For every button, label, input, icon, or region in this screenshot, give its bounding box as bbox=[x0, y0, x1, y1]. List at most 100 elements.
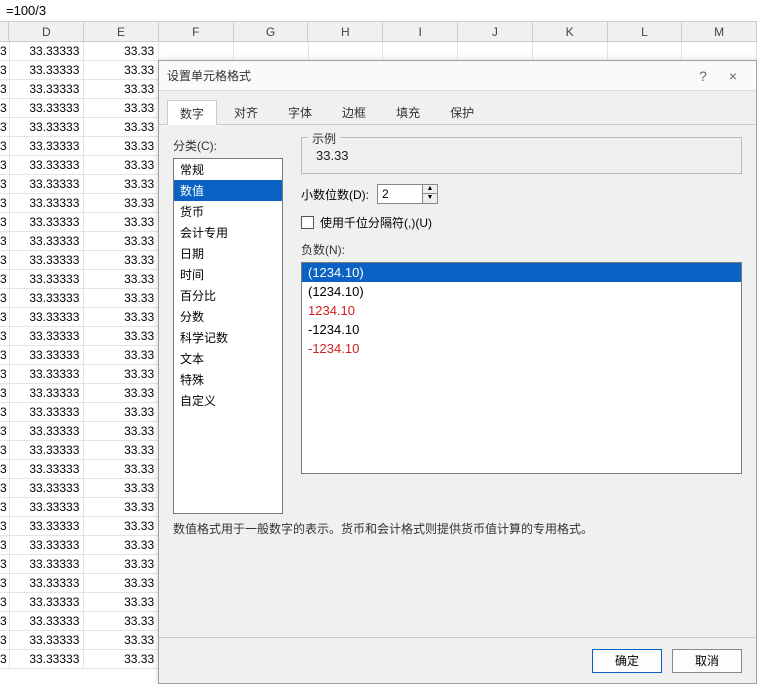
cell[interactable]: 33.33 bbox=[84, 365, 159, 383]
decimal-spinner[interactable]: ▲ ▼ bbox=[377, 184, 438, 204]
cell[interactable]: 33.33 bbox=[84, 61, 159, 79]
cell[interactable]: 33.33 bbox=[84, 441, 159, 459]
category-item[interactable]: 文本 bbox=[174, 348, 282, 369]
thousands-checkbox[interactable] bbox=[301, 216, 314, 229]
cell[interactable]: 33.33333 bbox=[10, 137, 85, 155]
cell[interactable]: 33.33 bbox=[84, 422, 159, 440]
cell[interactable] bbox=[234, 42, 309, 60]
cell-stub[interactable]: 3 bbox=[0, 118, 10, 136]
tab-font[interactable]: 字体 bbox=[275, 99, 325, 124]
col-header[interactable]: J bbox=[458, 22, 533, 41]
category-item[interactable]: 科学记数 bbox=[174, 327, 282, 348]
decimal-input[interactable] bbox=[378, 185, 422, 203]
cell-stub[interactable]: 3 bbox=[0, 479, 10, 497]
cell[interactable]: 33.33333 bbox=[10, 498, 85, 516]
category-item[interactable]: 特殊 bbox=[174, 369, 282, 390]
cell[interactable]: 33.33 bbox=[84, 99, 159, 117]
cell[interactable]: 33.33333 bbox=[10, 593, 85, 611]
cell-stub[interactable]: 3 bbox=[0, 460, 10, 478]
cell[interactable] bbox=[682, 42, 757, 60]
cell-stub[interactable]: 3 bbox=[0, 232, 10, 250]
cell-stub[interactable]: 3 bbox=[0, 80, 10, 98]
cell[interactable]: 33.33 bbox=[84, 308, 159, 326]
col-header[interactable]: F bbox=[159, 22, 234, 41]
cell-stub[interactable]: 3 bbox=[0, 213, 10, 231]
cell[interactable]: 33.33 bbox=[84, 593, 159, 611]
category-item[interactable]: 会计专用 bbox=[174, 222, 282, 243]
cell-stub[interactable]: 3 bbox=[0, 270, 10, 288]
cell[interactable]: 33.33333 bbox=[10, 365, 85, 383]
category-item[interactable]: 百分比 bbox=[174, 285, 282, 306]
col-header[interactable]: K bbox=[533, 22, 608, 41]
negative-item[interactable]: (1234.10) bbox=[302, 263, 741, 282]
cell[interactable]: 33.33 bbox=[84, 631, 159, 649]
cell[interactable]: 33.33 bbox=[84, 156, 159, 174]
cell[interactable]: 33.33333 bbox=[10, 118, 85, 136]
category-item[interactable]: 时间 bbox=[174, 264, 282, 285]
col-header[interactable]: H bbox=[308, 22, 383, 41]
tab-number[interactable]: 数字 bbox=[167, 100, 217, 125]
cell[interactable]: 33.33333 bbox=[10, 574, 85, 592]
cell[interactable]: 33.33 bbox=[84, 612, 159, 630]
cell[interactable]: 33.33333 bbox=[10, 422, 85, 440]
cell[interactable]: 33.33 bbox=[84, 137, 159, 155]
cell[interactable]: 33.33333 bbox=[10, 517, 85, 535]
cell-stub[interactable]: 3 bbox=[0, 251, 10, 269]
cell[interactable]: 33.33333 bbox=[10, 270, 85, 288]
cell[interactable] bbox=[533, 42, 608, 60]
cell[interactable]: 33.33333 bbox=[10, 289, 85, 307]
close-button[interactable]: × bbox=[718, 65, 748, 87]
cell[interactable]: 33.33 bbox=[84, 555, 159, 573]
col-header[interactable]: L bbox=[608, 22, 683, 41]
col-header[interactable]: M bbox=[682, 22, 757, 41]
cell[interactable]: 33.33333 bbox=[10, 536, 85, 554]
cell-stub[interactable]: 3 bbox=[0, 422, 10, 440]
cell[interactable]: 33.33333 bbox=[10, 80, 85, 98]
cell[interactable] bbox=[608, 42, 683, 60]
cell[interactable]: 33.33333 bbox=[10, 213, 85, 231]
cell[interactable]: 33.33 bbox=[84, 479, 159, 497]
cell-stub[interactable]: 3 bbox=[0, 346, 10, 364]
cell[interactable]: 33.33333 bbox=[10, 61, 85, 79]
negative-item[interactable]: -1234.10 bbox=[302, 320, 741, 339]
cell[interactable]: 33.33333 bbox=[10, 403, 85, 421]
cell[interactable]: 33.33 bbox=[84, 403, 159, 421]
cell-stub[interactable]: 3 bbox=[0, 289, 10, 307]
cell[interactable]: 33.33 bbox=[84, 498, 159, 516]
cell[interactable] bbox=[458, 42, 533, 60]
cell[interactable]: 33.33333 bbox=[10, 346, 85, 364]
cell[interactable] bbox=[159, 42, 234, 60]
cancel-button[interactable]: 取消 bbox=[672, 649, 742, 673]
cell[interactable]: 33.33333 bbox=[10, 384, 85, 402]
negative-list[interactable]: (1234.10)(1234.10)1234.10-1234.10-1234.1… bbox=[301, 262, 742, 474]
cell-stub[interactable]: 3 bbox=[0, 498, 10, 516]
cell-stub[interactable]: 3 bbox=[0, 384, 10, 402]
thousands-row[interactable]: 使用千位分隔符(,)(U) bbox=[301, 214, 742, 231]
cell[interactable]: 33.33333 bbox=[10, 194, 85, 212]
cell-stub[interactable]: 3 bbox=[0, 536, 10, 554]
spin-up-icon[interactable]: ▲ bbox=[423, 185, 437, 194]
cell-stub[interactable]: 3 bbox=[0, 650, 10, 668]
cell[interactable]: 33.33 bbox=[84, 536, 159, 554]
cell[interactable]: 33.33 bbox=[84, 650, 159, 668]
cell[interactable]: 33.33333 bbox=[10, 460, 85, 478]
category-list[interactable]: 常规数值货币会计专用日期时间百分比分数科学记数文本特殊自定义 bbox=[173, 158, 283, 514]
cell[interactable]: 33.33 bbox=[84, 175, 159, 193]
tab-protect[interactable]: 保护 bbox=[437, 99, 487, 124]
cell[interactable]: 33.33 bbox=[84, 80, 159, 98]
cell[interactable]: 33.33 bbox=[84, 384, 159, 402]
cell-stub[interactable]: 3 bbox=[0, 156, 10, 174]
cell-stub[interactable]: 3 bbox=[0, 194, 10, 212]
cell[interactable]: 33.33333 bbox=[10, 479, 85, 497]
cell[interactable]: 33.33 bbox=[84, 42, 159, 60]
cell-stub[interactable]: 3 bbox=[0, 593, 10, 611]
cell[interactable]: 33.33 bbox=[84, 574, 159, 592]
cell-stub[interactable]: 3 bbox=[0, 574, 10, 592]
cell[interactable] bbox=[383, 42, 458, 60]
tab-fill[interactable]: 填充 bbox=[383, 99, 433, 124]
cell-stub[interactable]: 3 bbox=[0, 555, 10, 573]
cell[interactable]: 33.33333 bbox=[10, 631, 85, 649]
cell[interactable]: 33.33 bbox=[84, 232, 159, 250]
cell[interactable]: 33.33 bbox=[84, 251, 159, 269]
col-header-stub[interactable] bbox=[0, 22, 9, 41]
